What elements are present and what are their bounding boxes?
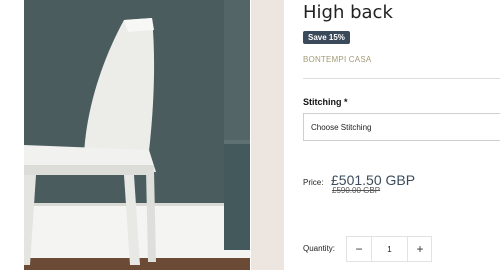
stitching-select[interactable]: Choose Stitching bbox=[303, 113, 500, 141]
quantity-stepper: − 1 + bbox=[346, 236, 432, 262]
page-margin bbox=[0, 0, 24, 270]
quantity-increase-button[interactable]: + bbox=[408, 237, 432, 261]
product-image[interactable] bbox=[24, 0, 250, 270]
product-vendor[interactable]: BONTEMPI CASA bbox=[303, 55, 371, 64]
price-label: Price: bbox=[303, 178, 324, 187]
quantity-label: Quantity: bbox=[303, 244, 336, 253]
quantity-decrease-button[interactable]: − bbox=[347, 237, 371, 261]
quantity-input[interactable]: 1 bbox=[371, 237, 408, 261]
stitching-select-value: Choose Stitching bbox=[311, 123, 372, 132]
product-title: High back bbox=[303, 2, 393, 23]
sale-badge: Save 15% bbox=[303, 31, 350, 44]
product-info-panel: High back Save 15% BONTEMPI CASA Stitchi… bbox=[284, 0, 500, 270]
compare-price: £590.00 GBP bbox=[332, 186, 381, 195]
section-divider bbox=[303, 78, 500, 79]
gallery-divider bbox=[251, 0, 284, 270]
stitching-label: Stitching * bbox=[303, 97, 348, 107]
